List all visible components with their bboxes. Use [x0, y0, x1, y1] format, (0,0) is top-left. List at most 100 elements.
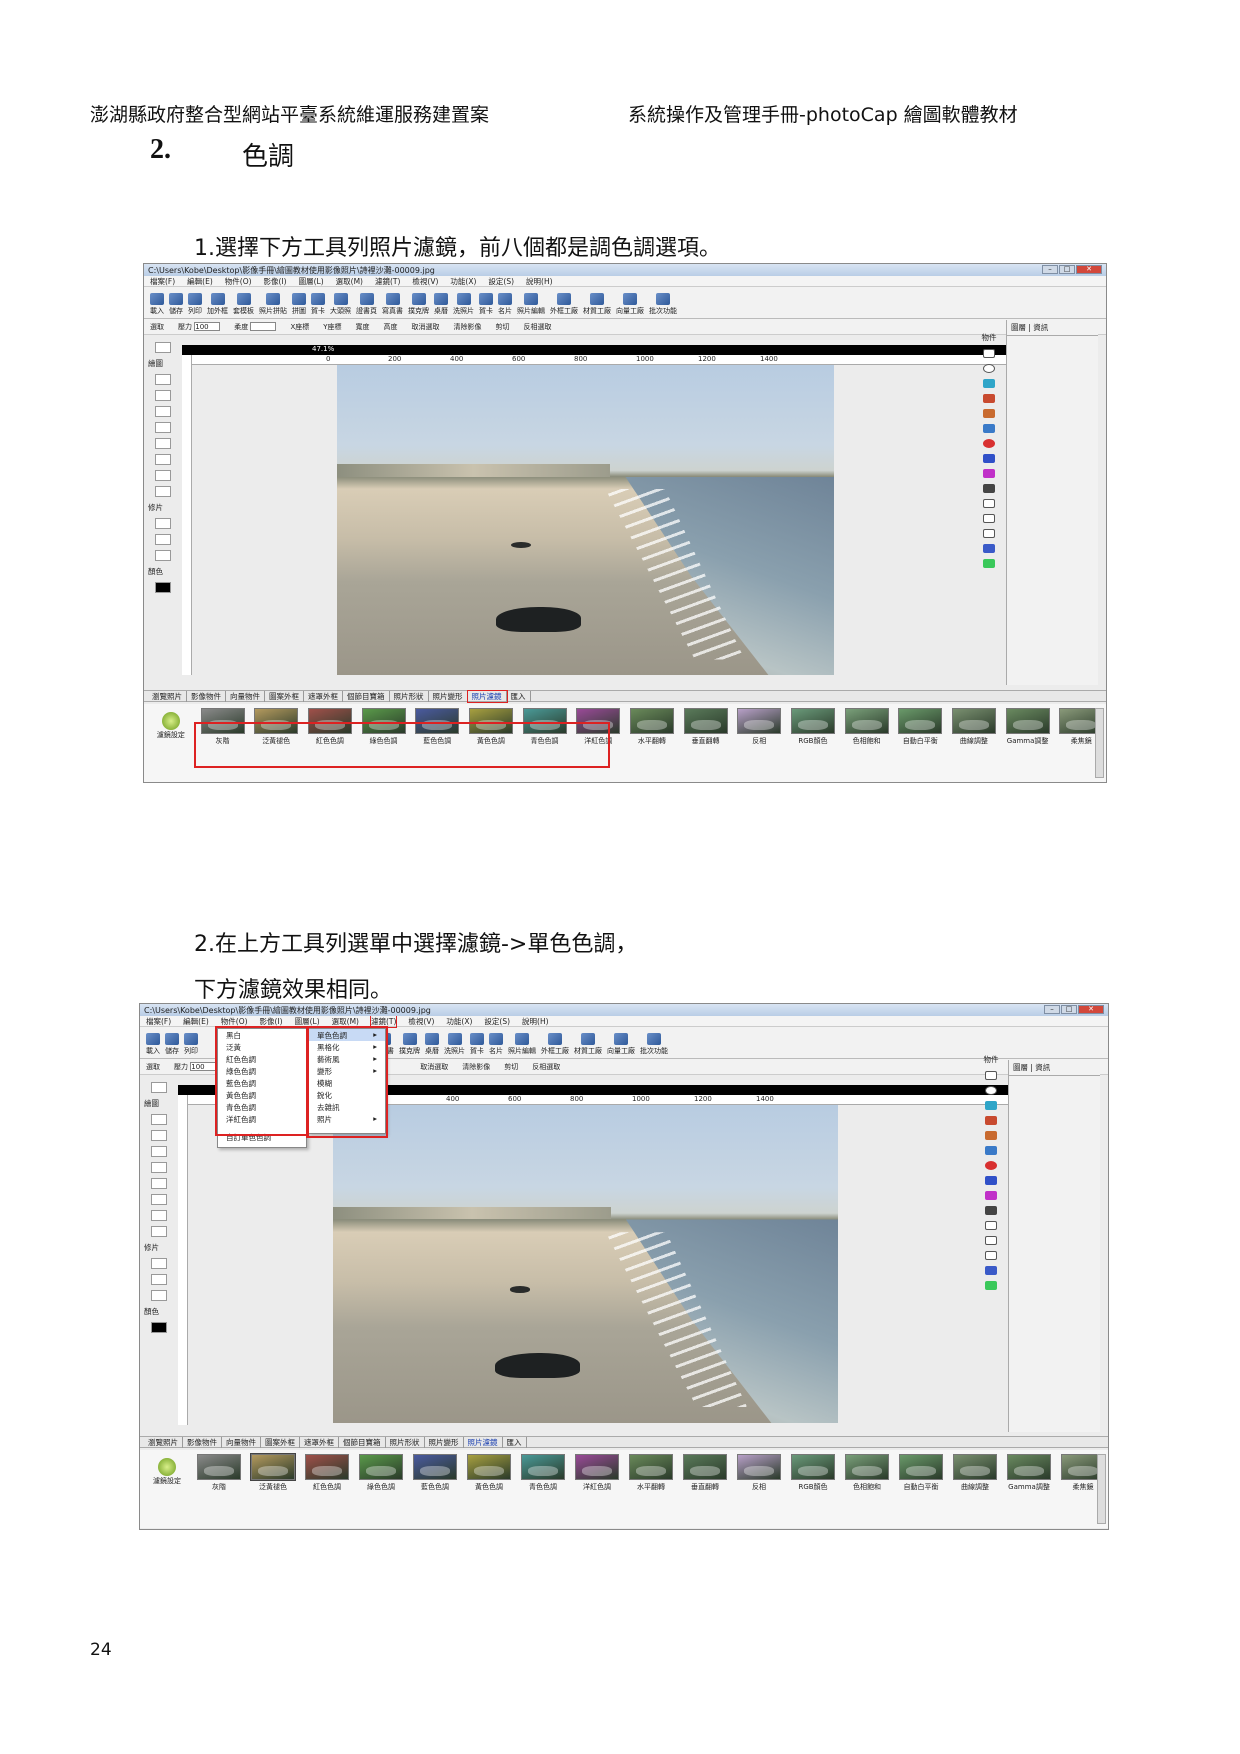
toolbar-button[interactable]: 照片編輯	[508, 1033, 536, 1056]
cake-icon[interactable]	[985, 1191, 997, 1200]
filter-item[interactable]: Gamma調整	[1004, 1450, 1054, 1492]
toolbar-button[interactable]: 桌曆	[434, 293, 448, 316]
exif-icon[interactable]	[985, 1176, 997, 1185]
cut-button[interactable]: 剪切	[496, 322, 510, 332]
arrow-right-icon[interactable]	[983, 529, 995, 538]
line-icon[interactable]	[155, 454, 171, 465]
clone-icon[interactable]	[151, 1290, 167, 1301]
filter-item[interactable]: 綠色色調	[356, 1450, 406, 1492]
toolbar-button[interactable]: 套模板	[233, 293, 254, 316]
stamp-icon[interactable]	[155, 422, 171, 433]
menu-item[interactable]: 說明(H)	[526, 276, 553, 287]
filter-item[interactable]: 反相	[734, 1450, 784, 1492]
photo-frame-icon[interactable]	[983, 409, 995, 418]
toolbar-button[interactable]: 洗照片	[453, 293, 474, 316]
tab-treasure[interactable]: 個節目寶箱	[343, 690, 390, 702]
tab-layers[interactable]: 圖層	[1013, 1063, 1028, 1072]
filter-settings-button[interactable]: 濾鏡設定	[144, 1450, 190, 1486]
menu-item-filter[interactable]: 濾鏡(T)	[369, 1014, 398, 1028]
toolbar-button[interactable]: 材質工廠	[574, 1033, 602, 1056]
tab-import[interactable]: 匯入	[507, 690, 531, 702]
tab-mask-frame[interactable]: 遮罩外框	[304, 690, 343, 702]
toolbar-button[interactable]: 照片拼貼	[259, 293, 287, 316]
toolbar-button[interactable]: 列印	[188, 293, 202, 316]
menu-item[interactable]: 濾鏡(T)	[375, 276, 400, 287]
abc-icon[interactable]	[983, 364, 995, 373]
filter-item[interactable]: 青色色調	[518, 1450, 568, 1492]
close-button[interactable]: ✕	[1076, 265, 1102, 274]
toolbar-button[interactable]: 撲克牌	[399, 1033, 420, 1056]
tab-browse[interactable]: 瀏覽照片	[148, 690, 187, 702]
filter-item[interactable]: 曲線調整	[950, 1450, 1000, 1492]
select-tool-icon[interactable]	[151, 1082, 167, 1093]
toolbar-button[interactable]: 外框工廠	[541, 1033, 569, 1056]
eraser-icon[interactable]	[155, 390, 171, 401]
toolbar-button[interactable]: 材質工廠	[583, 293, 611, 316]
retouch-icon[interactable]	[155, 534, 171, 545]
filter-item[interactable]: 泛黃褪色	[248, 1450, 298, 1492]
photo-frame-icon[interactable]	[985, 1131, 997, 1140]
menu-item[interactable]: 說明(H)	[522, 1016, 549, 1027]
stamp-icon[interactable]	[151, 1162, 167, 1173]
toolbar-button[interactable]: 照片編輯	[517, 293, 545, 316]
clear-image-button[interactable]: 清除影像	[454, 322, 482, 332]
menu-item[interactable]: 影像(I)	[260, 1016, 283, 1027]
color-swatch-icon[interactable]	[155, 582, 171, 593]
dropper-icon[interactable]	[151, 1210, 167, 1221]
menu-item[interactable]: 物件(O)	[225, 276, 252, 287]
image-icon[interactable]	[983, 379, 995, 388]
speech-bubble-icon[interactable]	[983, 499, 995, 508]
menu-item[interactable]: 圖層(L)	[299, 276, 324, 287]
filter-item[interactable]: RGB顏色	[788, 704, 838, 746]
menu-item[interactable]: 檢視(V)	[408, 1016, 434, 1027]
calendar-icon[interactable]	[983, 484, 995, 493]
tab-mask-frame[interactable]: 遮罩外框	[300, 1436, 339, 1448]
grid-icon[interactable]	[985, 1281, 997, 1290]
tab-info[interactable]: 資訊	[1033, 323, 1048, 332]
toolbar-button[interactable]: 列印	[184, 1033, 198, 1056]
menu-item[interactable]: 設定(S)	[484, 1016, 510, 1027]
toolbar-button[interactable]: 拼圖	[292, 293, 306, 316]
toolbar-button[interactable]: 載入	[150, 293, 164, 316]
text-icon[interactable]	[985, 1071, 997, 1080]
tab-treasure[interactable]: 個節目寶箱	[339, 1436, 386, 1448]
menu-item[interactable]: 設定(S)	[488, 276, 514, 287]
reverse-select-button[interactable]: 反相選取	[532, 1062, 560, 1072]
exif-icon[interactable]	[983, 454, 995, 463]
toolbar-button[interactable]: 名片	[498, 293, 512, 316]
toolbar-button[interactable]: 證書頁	[356, 293, 377, 316]
pencil-icon[interactable]	[151, 1146, 167, 1157]
arrow-icon[interactable]	[985, 1236, 997, 1245]
filter-item[interactable]: 垂直翻轉	[680, 1450, 730, 1492]
brush-icon[interactable]	[155, 374, 171, 385]
filter-item[interactable]: 反相	[734, 704, 784, 746]
toolbar-button[interactable]: 儲存	[165, 1033, 179, 1056]
redeye-icon[interactable]	[155, 518, 171, 529]
arrow-icon[interactable]	[983, 514, 995, 523]
select-tool-icon[interactable]	[155, 342, 171, 353]
tab-image-objects[interactable]: 影像物件	[187, 690, 226, 702]
pencil-icon[interactable]	[155, 406, 171, 417]
density-input[interactable]	[250, 322, 277, 331]
tab-photo-shape[interactable]: 照片形狀	[386, 1436, 425, 1448]
filter-item[interactable]: 色相飽和	[842, 704, 892, 746]
menu-item[interactable]: 檔案(F)	[150, 276, 175, 287]
tab-pattern-frame[interactable]: 圖案外框	[265, 690, 304, 702]
toolbar-button[interactable]: 名片	[489, 1033, 503, 1056]
tab-image-objects[interactable]: 影像物件	[183, 1436, 222, 1448]
filter-scrollbar[interactable]	[1097, 1454, 1106, 1524]
maximize-button[interactable]: □	[1061, 1005, 1077, 1014]
maximize-button[interactable]: □	[1059, 265, 1075, 274]
speech-bubble-icon[interactable]	[985, 1221, 997, 1230]
menu-item[interactable]: 選取(M)	[332, 1016, 359, 1027]
calendar-icon[interactable]	[985, 1206, 997, 1215]
grid-icon[interactable]	[983, 559, 995, 568]
toolbar-button[interactable]: 外框工廠	[550, 293, 578, 316]
toolbar-button[interactable]: 大頭照	[330, 293, 351, 316]
arrow-pointer-icon[interactable]	[983, 544, 995, 553]
toolbar-button[interactable]: 桌曆	[425, 1033, 439, 1056]
menu-item[interactable]: 功能(X)	[450, 276, 476, 287]
filter-item[interactable]: Gamma調整	[1003, 704, 1053, 746]
toolbar-button[interactable]: 賀卡	[311, 293, 325, 316]
clock-icon[interactable]	[985, 1161, 997, 1170]
